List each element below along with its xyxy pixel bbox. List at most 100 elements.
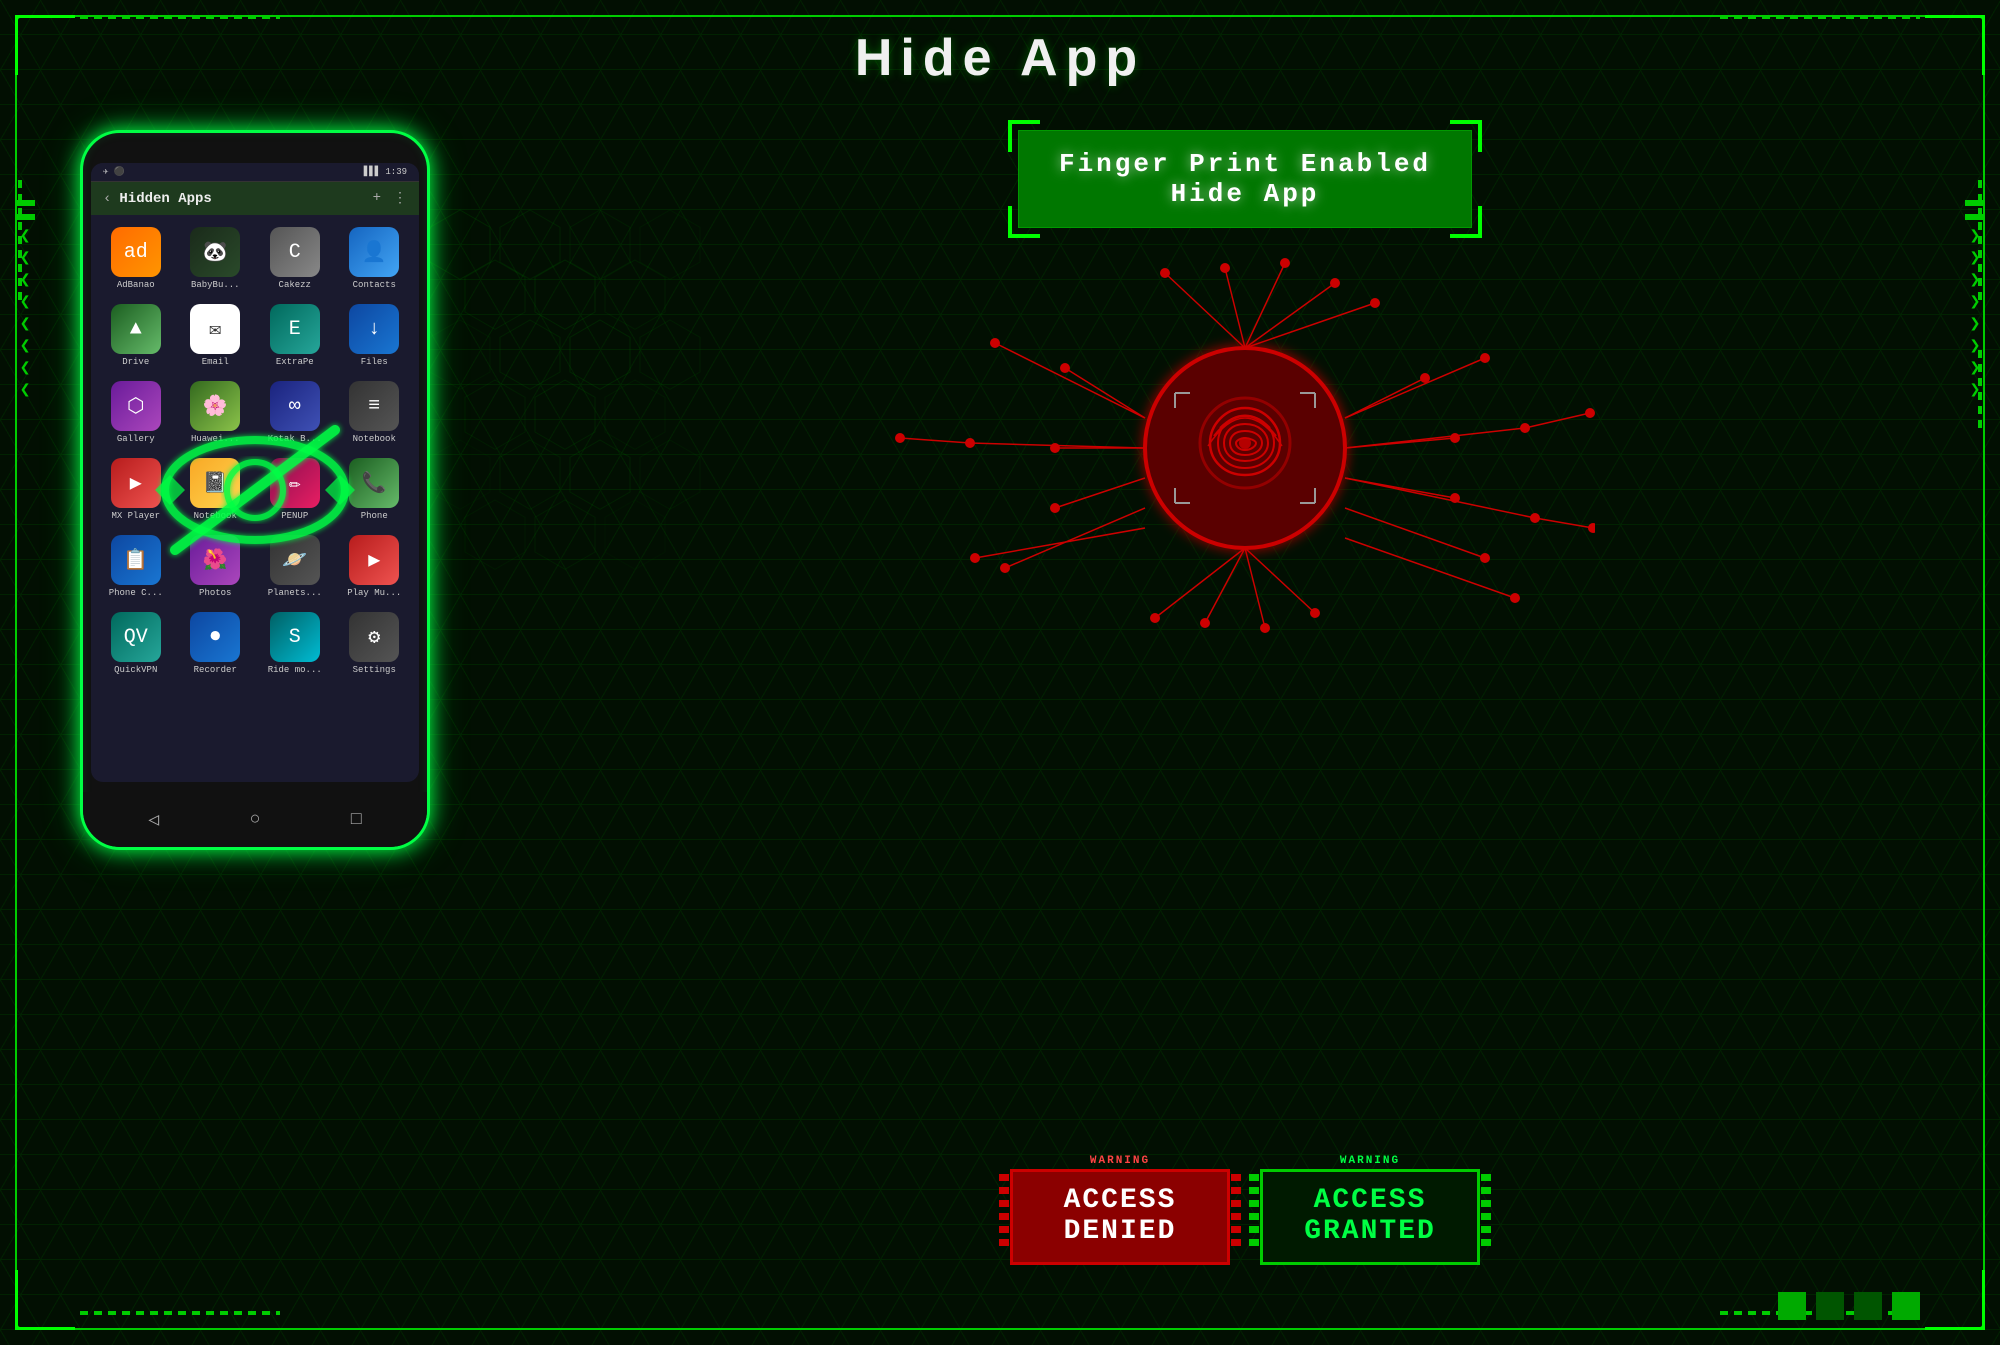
box-corner-br [1450, 206, 1482, 238]
right-panel: Finger Print Enabled Hide App [550, 130, 1940, 1285]
denied-box: ACCESS DENIED [1010, 1169, 1230, 1265]
access-denied-badge: WARNING ACCESS DENIED [1010, 1169, 1230, 1265]
bottom-strip-left [80, 1311, 280, 1315]
nav-recent[interactable]: □ [351, 810, 362, 830]
right-rect-1 [1965, 200, 1985, 206]
side-rect-1 [15, 200, 35, 206]
right-chevron-8: ❯ [1970, 382, 1981, 400]
denied-right-strip [1231, 1168, 1241, 1246]
status-right: ▋▋▋ 1:39 [364, 167, 407, 177]
box-corner-tl [1008, 120, 1040, 152]
corner-bottom-left [15, 1270, 75, 1330]
more-icon[interactable]: ⋮ [393, 190, 407, 207]
denied-left-strip [999, 1168, 1009, 1246]
side-rect-2 [15, 214, 35, 220]
list-item[interactable]: ▶Play Mu... [336, 529, 414, 604]
chevron-2: ❮ [20, 250, 31, 268]
fp-text-box: Finger Print Enabled Hide App [1018, 130, 1472, 228]
list-item[interactable]: ✏PENUP [256, 452, 334, 527]
square-2 [1816, 1292, 1844, 1320]
list-item[interactable]: 📓Notebook [177, 452, 255, 527]
square-4 [1892, 1292, 1920, 1320]
list-item[interactable]: ⬡Gallery [97, 375, 175, 450]
square-3 [1854, 1292, 1882, 1320]
apps-grid: adAdBanao🐼BabyBu...CCakezz👤Contacts ▲Driv… [91, 215, 419, 687]
granted-warning-label: WARNING [1340, 1155, 1400, 1167]
list-item[interactable]: ✉Email [177, 298, 255, 373]
list-item[interactable]: ⏺Recorder [177, 606, 255, 681]
chevron-6: ❮ [20, 338, 31, 356]
granted-line2: GRANTED [1283, 1217, 1457, 1248]
phone-header: ‹ Hidden Apps + ⋮ [91, 182, 419, 215]
list-item[interactable]: 🌸Huawei... [177, 375, 255, 450]
list-item[interactable]: ↓Files [336, 298, 414, 373]
left-chevrons: ❮ ❮ ❮ ❮ ❮ ❮ ❮ ❮ [20, 228, 31, 400]
list-item[interactable]: CCakezz [256, 221, 334, 296]
list-item[interactable]: ∞Kotak B... [256, 375, 334, 450]
fp-text-box-wrapper: Finger Print Enabled Hide App [1018, 130, 1472, 228]
list-item[interactable]: 📞Phone [336, 452, 414, 527]
add-icon[interactable]: + [373, 190, 381, 207]
phone-screen: ✈ ⚫ ▋▋▋ 1:39 ‹ Hidden Apps + ⋮ adAdBanao… [91, 163, 419, 782]
denied-line2: DENIED [1033, 1217, 1207, 1248]
corner-top-left [15, 15, 75, 75]
right-rect-2 [1965, 214, 1985, 220]
chevron-3: ❮ [20, 272, 31, 290]
list-item[interactable]: adAdBanao [97, 221, 175, 296]
badges-row: WARNING ACCESS DENIED WARNING ACCESS GRA… [550, 1169, 1940, 1265]
denied-warning-label: WARNING [1090, 1155, 1150, 1167]
box-corner-bl [1008, 206, 1040, 238]
right-chevron-1: ❯ [1970, 228, 1981, 246]
page-title: Hide App [855, 28, 1145, 88]
phone-status-bar: ✈ ⚫ ▋▋▋ 1:39 [91, 163, 419, 182]
top-strip-left [80, 15, 280, 19]
list-item[interactable]: 🌺Photos [177, 529, 255, 604]
granted-box: ACCESS GRANTED [1260, 1169, 1480, 1265]
phone-outer: ✈ ⚫ ▋▋▋ 1:39 ‹ Hidden Apps + ⋮ adAdBanao… [80, 130, 430, 850]
phone-mockup: ✈ ⚫ ▋▋▋ 1:39 ‹ Hidden Apps + ⋮ adAdBanao… [80, 130, 430, 850]
list-item[interactable]: ▶MX Player [97, 452, 175, 527]
list-item[interactable]: 🐼BabyBu... [177, 221, 255, 296]
right-chevron-4: ❯ [1970, 294, 1981, 312]
list-item[interactable]: ⚙Settings [336, 606, 414, 681]
left-decoration: ❮ ❮ ❮ ❮ ❮ ❮ ❮ ❮ [15, 200, 35, 400]
fp-text-container: Finger Print Enabled Hide App [985, 130, 1505, 228]
top-strip-right [1720, 15, 1920, 19]
access-granted-badge: WARNING ACCESS GRANTED [1260, 1169, 1480, 1265]
list-item[interactable]: 🪐Planets... [256, 529, 334, 604]
back-button[interactable]: ‹ [103, 191, 111, 207]
list-item[interactable]: SRide mo... [256, 606, 334, 681]
chevron-8: ❮ [20, 382, 31, 400]
app-title: Hidden Apps [119, 191, 364, 207]
right-chevron-6: ❯ [1970, 338, 1981, 356]
list-item[interactable]: 📋Phone C... [97, 529, 175, 604]
phone-nav: ◁ ○ □ [83, 792, 427, 847]
list-item[interactable]: EExtraPe [256, 298, 334, 373]
right-chevrons: ❯ ❯ ❯ ❯ ❯ ❯ ❯ ❯ [1970, 228, 1981, 400]
nav-back[interactable]: ◁ [148, 809, 159, 831]
chevron-7: ❮ [20, 360, 31, 378]
fp-title-line2: Hide App [1059, 179, 1431, 209]
chevron-5: ❮ [20, 316, 31, 334]
granted-right-strip [1481, 1168, 1491, 1246]
corner-top-right [1925, 15, 1985, 75]
nav-home[interactable]: ○ [250, 810, 261, 830]
list-item[interactable]: 👤Contacts [336, 221, 414, 296]
list-item[interactable]: QVQuickVPN [97, 606, 175, 681]
square-1 [1778, 1292, 1806, 1320]
header-icons: + ⋮ [373, 190, 407, 207]
fp-scanner-area [895, 258, 1595, 638]
granted-line1: ACCESS [1283, 1186, 1457, 1217]
list-item[interactable]: ▲Drive [97, 298, 175, 373]
list-item[interactable]: ≡Notebook [336, 375, 414, 450]
chevron-1: ❮ [20, 228, 31, 246]
status-left: ✈ ⚫ [103, 167, 125, 177]
granted-left-strip [1249, 1168, 1259, 1246]
right-chevron-2: ❯ [1970, 250, 1981, 268]
right-chevron-5: ❯ [1970, 316, 1981, 334]
right-decoration: ❯ ❯ ❯ ❯ ❯ ❯ ❯ ❯ [1965, 200, 1985, 400]
fingerprint-icon [1180, 378, 1310, 518]
bottom-squares [1778, 1292, 1920, 1320]
chevron-4: ❮ [20, 294, 31, 312]
right-chevron-7: ❯ [1970, 360, 1981, 378]
